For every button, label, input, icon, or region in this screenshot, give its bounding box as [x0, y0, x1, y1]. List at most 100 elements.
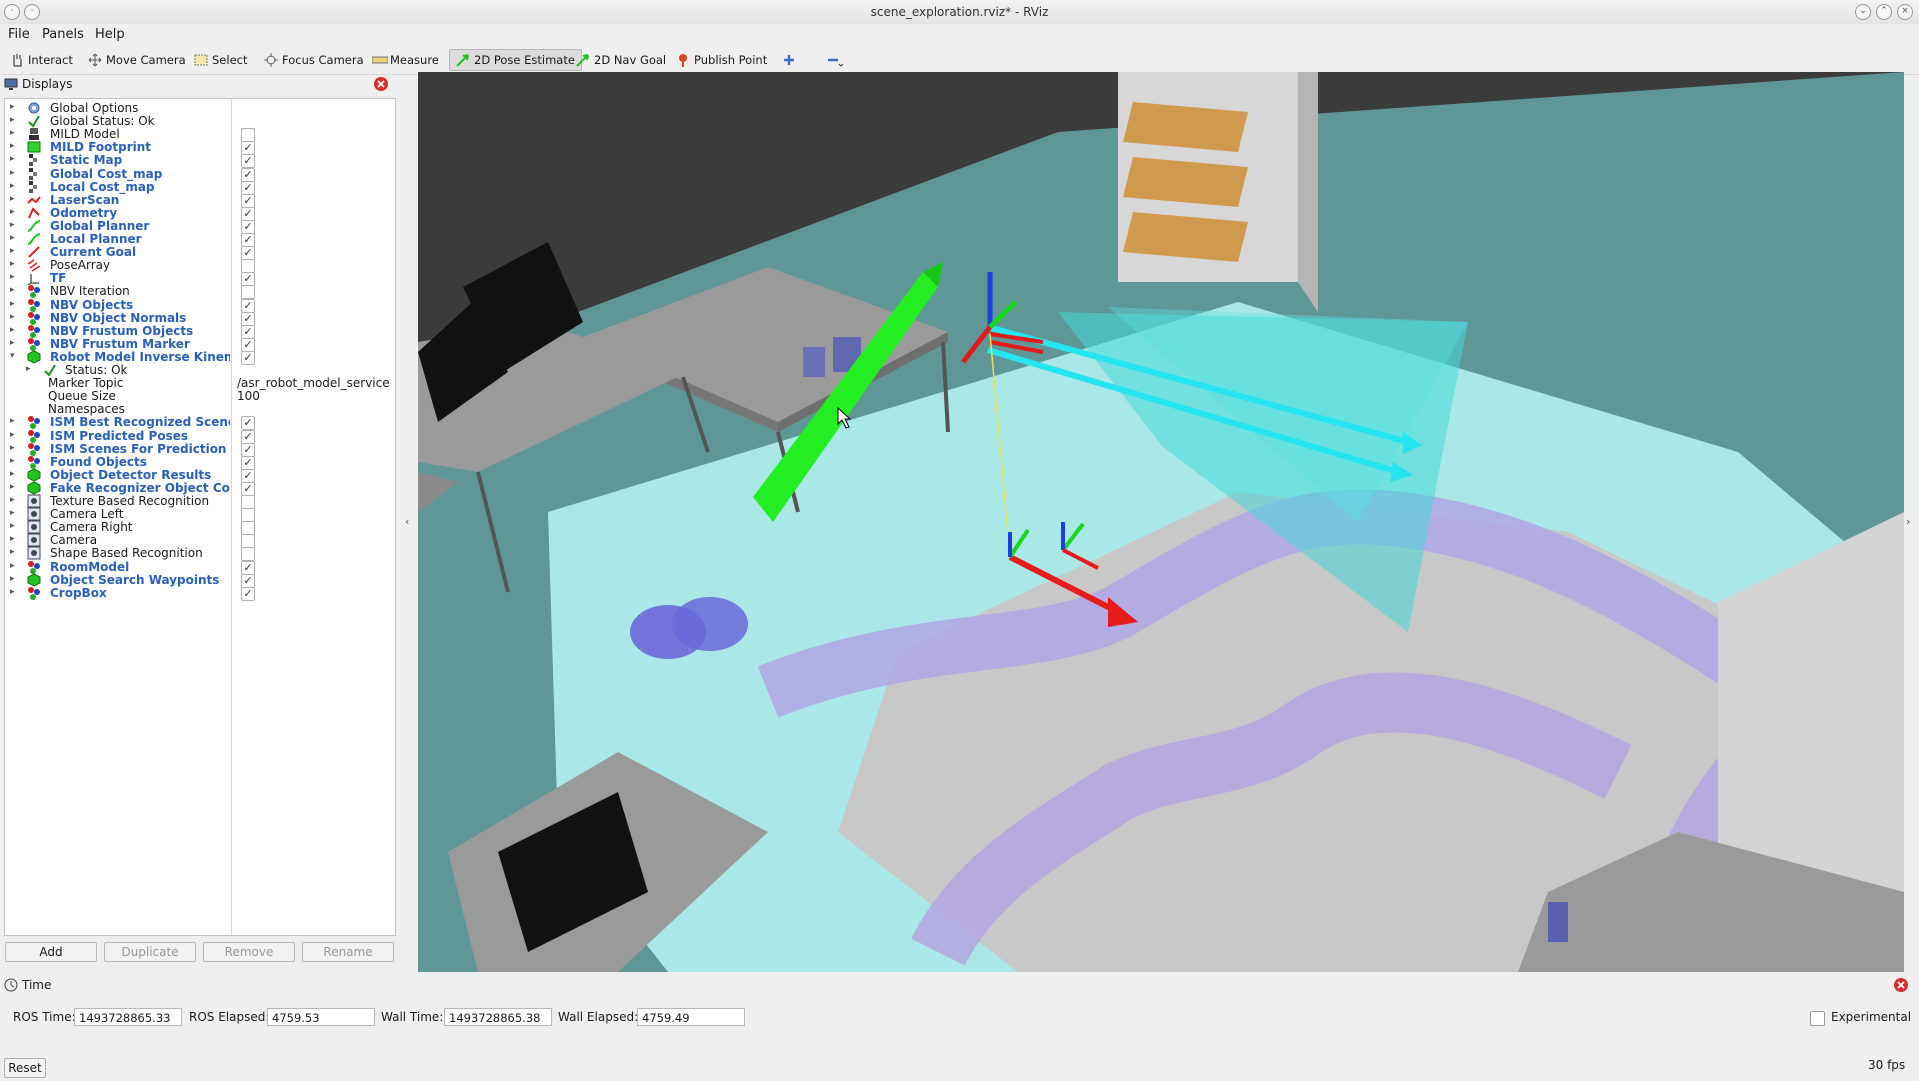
measure-tool-button[interactable]: Measure [366, 49, 445, 71]
expand-arrow-icon[interactable]: ▸ [10, 338, 15, 348]
expand-arrow-icon[interactable]: ▸ [10, 220, 15, 230]
expand-arrow-icon[interactable]: ▸ [10, 574, 15, 584]
ism-marker [672, 597, 748, 651]
minus-icon [826, 53, 844, 67]
expand-arrow-icon[interactable]: ▸ [10, 194, 15, 204]
expand-arrow-icon[interactable]: ▸ [10, 141, 15, 151]
expand-arrow-icon[interactable]: ▸ [10, 272, 15, 282]
displays-title: Displays [22, 77, 73, 91]
expand-arrow-icon[interactable]: ▸ [10, 495, 15, 505]
expand-arrow-icon[interactable]: ▸ [10, 325, 15, 335]
expand-arrow-icon[interactable]: ▸ [10, 102, 15, 112]
expand-arrow-icon[interactable]: ▸ [10, 312, 15, 322]
select-icon [194, 53, 208, 67]
minimize-icon[interactable]: ⌄ [1855, 4, 1871, 20]
expand-arrow-icon[interactable]: ▸ [10, 259, 15, 269]
expand-arrow-icon[interactable]: ▸ [10, 521, 15, 531]
wall-time-field[interactable]: 1493728865.38 [444, 1008, 552, 1026]
duplicate-display-button[interactable]: Duplicate [104, 942, 196, 962]
time-fields: ROS Time: 1493728865.33 ROS Elapsed: 475… [0, 1006, 1919, 1030]
expand-arrow-icon[interactable]: ▸ [10, 181, 15, 191]
move-camera-label: Move Camera [106, 53, 186, 67]
expand-arrow-icon[interactable]: ▸ [10, 299, 15, 309]
expand-arrow-icon[interactable]: ▸ [10, 285, 15, 295]
focus-camera-tool-button[interactable]: Focus Camera [258, 49, 370, 71]
fps-indicator: 30 fps [1868, 1058, 1906, 1072]
2d-pose-estimate-tool-button[interactable]: 2D Pose Estimate [449, 49, 582, 71]
wall-elapsed-label: Wall Elapsed: [558, 1010, 639, 1024]
display-enabled-checkbox[interactable]: ✓ [241, 586, 255, 601]
plus-icon [782, 53, 796, 67]
collapse-left-icon[interactable]: ‹ [405, 515, 409, 528]
expand-arrow-icon[interactable]: ▸ [10, 207, 15, 217]
2d-pose-estimate-label: 2D Pose Estimate [474, 53, 575, 67]
2d-nav-goal-tool-button[interactable]: 2D Nav Goal [570, 49, 672, 71]
ros-elapsed-label: ROS Elapsed: [189, 1010, 270, 1024]
menu-file[interactable]: File [8, 27, 30, 42]
ros-elapsed-field[interactable]: 4759.53 [267, 1008, 375, 1026]
time-title: Time [22, 978, 52, 992]
menu-help[interactable]: Help [95, 27, 125, 42]
ruler-icon [371, 53, 389, 67]
expand-arrow-icon[interactable]: ▸ [10, 508, 15, 518]
expand-arrow-icon[interactable]: ▸ [10, 443, 15, 453]
display-item[interactable]: ▸ CropBox ✓ [5, 585, 393, 601]
remove-tool-button[interactable] [820, 49, 846, 71]
expand-arrow-icon[interactable]: ▸ [10, 547, 15, 557]
select-tool-button[interactable]: Select [188, 49, 253, 71]
move-camera-tool-button[interactable]: Move Camera [82, 49, 192, 71]
expand-arrow-icon[interactable]: ▸ [10, 246, 15, 256]
expand-arrow-icon[interactable]: ▸ [10, 416, 15, 426]
2d-nav-goal-label: 2D Nav Goal [594, 53, 667, 67]
expand-arrow-icon[interactable]: ▸ [26, 364, 31, 374]
expand-arrow-icon[interactable]: ▸ [10, 469, 15, 479]
expand-arrow-icon[interactable]: ▸ [10, 430, 15, 440]
display-item-label: CropBox [50, 585, 107, 600]
rename-display-button[interactable]: Rename [302, 942, 394, 962]
experimental-label: Experimental [1831, 1010, 1912, 1024]
focus-icon [264, 53, 278, 67]
ros-time-field[interactable]: 1493728865.33 [74, 1008, 182, 1026]
marker-icon [27, 586, 41, 600]
monitor-icon [4, 78, 18, 90]
close-time-panel-icon[interactable] [1893, 977, 1909, 993]
expand-arrow-icon[interactable]: ▸ [10, 587, 15, 597]
expand-arrow-icon[interactable]: ▸ [10, 128, 15, 138]
scene-render [418, 72, 1904, 972]
green-arrow-icon [456, 53, 470, 67]
close-window-icon[interactable]: × [1897, 4, 1913, 20]
move-icon [88, 53, 102, 67]
collapse-right-icon[interactable]: › [1906, 515, 1910, 528]
remove-display-button[interactable]: Remove [203, 942, 295, 962]
expand-arrow-icon[interactable]: ▸ [10, 154, 15, 164]
displays-panel-header: Displays [0, 74, 398, 94]
wall-elapsed-field[interactable]: 4759.49 [637, 1008, 745, 1026]
expand-arrow-icon[interactable]: ▸ [10, 233, 15, 243]
3d-render-viewport[interactable] [418, 72, 1904, 972]
green-arrow-icon [576, 53, 590, 67]
menu-bar: File Panels Help [0, 24, 1919, 46]
add-tool-button[interactable] [776, 49, 802, 71]
reset-button[interactable]: Reset [4, 1058, 46, 1078]
expand-arrow-icon[interactable]: ▾ [10, 351, 15, 361]
clock-icon [4, 978, 18, 992]
interact-tool-button[interactable]: Interact [4, 49, 79, 71]
expand-arrow-icon[interactable]: ▸ [10, 561, 15, 571]
publish-point-tool-button[interactable]: Publish Point [670, 49, 773, 71]
expand-arrow-icon[interactable]: ▸ [10, 115, 15, 125]
add-display-button[interactable]: Add [5, 942, 97, 962]
expand-arrow-icon[interactable]: ▸ [10, 456, 15, 466]
maximize-icon[interactable]: ⌃ [1876, 4, 1892, 20]
hand-icon [10, 53, 24, 67]
expand-arrow-icon[interactable]: ▸ [10, 534, 15, 544]
time-panel-header: Time [0, 974, 1919, 996]
publish-point-label: Publish Point [694, 53, 768, 67]
displays-tree[interactable]: ▸ Global Options ▸ Global Status: Ok ▸ MILD M… [4, 98, 396, 936]
expand-arrow-icon[interactable]: ▸ [10, 168, 15, 178]
expand-arrow-icon[interactable]: ▸ [10, 482, 15, 492]
status-bar: Reset 30 fps [0, 1052, 1919, 1081]
pin-icon [676, 53, 690, 67]
menu-panels[interactable]: Panels [42, 27, 84, 42]
close-panel-icon[interactable] [373, 76, 389, 92]
experimental-checkbox[interactable] [1810, 1011, 1825, 1026]
